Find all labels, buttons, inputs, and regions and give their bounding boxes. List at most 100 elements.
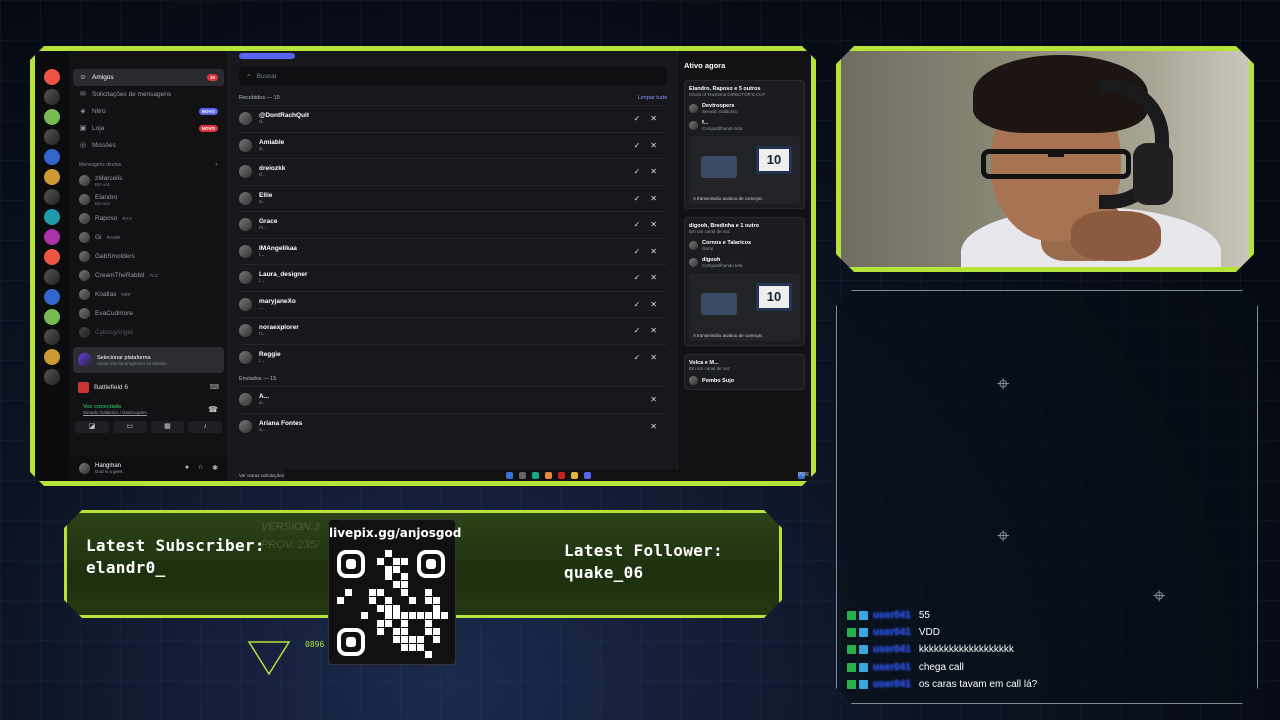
dm-item[interactable]: GabSmolders — [69, 247, 228, 266]
server-icon[interactable] — [44, 169, 60, 185]
server-icon[interactable] — [44, 329, 60, 345]
server-icon[interactable] — [44, 309, 60, 325]
server-icon[interactable] — [44, 129, 60, 145]
disconnect-icon[interactable]: ☎ — [208, 405, 218, 414]
headphones-icon[interactable]: ∩ — [198, 464, 203, 472]
add-friend-button[interactable] — [239, 53, 295, 59]
friend-request-row[interactable]: noraexplorer n... ✓ ✕ — [239, 317, 667, 344]
decline-icon[interactable]: ✕ — [650, 273, 657, 282]
nav-message-requests[interactable]: ✉ Solicitações de mensagens — [73, 86, 224, 103]
decline-icon[interactable]: ✕ — [650, 194, 657, 203]
gear-icon[interactable]: ✱ — [212, 464, 218, 472]
server-icon[interactable] — [44, 269, 60, 285]
server-icon[interactable] — [44, 89, 60, 105]
decline-icon[interactable]: ✕ — [650, 422, 657, 431]
app-icon[interactable] — [558, 472, 565, 479]
dm-item[interactable]: zMarcelis Em voz — [69, 171, 228, 190]
stream-preview[interactable]: 10 A transmissão acabou de começar. — [689, 273, 800, 341]
decline-icon[interactable]: ✕ — [650, 353, 657, 362]
activity-line[interactable]: Devtroopers Senado Galáctico — [689, 102, 800, 114]
server-icon[interactable] — [44, 149, 60, 165]
accept-icon[interactable]: ✓ — [634, 220, 641, 229]
dm-item[interactable]: Elandro Em voz — [69, 190, 228, 209]
server-icon[interactable] — [44, 69, 60, 85]
server-icon[interactable] — [44, 249, 60, 265]
decline-icon[interactable]: ✕ — [650, 326, 657, 335]
accept-icon[interactable]: ✓ — [634, 194, 641, 203]
start-icon[interactable] — [506, 472, 513, 479]
accept-icon[interactable]: ✓ — [634, 114, 641, 123]
accept-icon[interactable]: ✓ — [634, 326, 641, 335]
select-platform-banner[interactable]: Selecionar plataforma Ainda não há progre… — [73, 347, 224, 373]
dm-item[interactable]: Koallas NRP — [69, 285, 228, 304]
activity-line[interactable]: Pombo Sujo — [689, 376, 800, 385]
nav-store[interactable]: ▣ Loja NOVO — [73, 120, 224, 137]
friend-request-row[interactable]: @DontRachQuit d... ✓ ✕ — [239, 105, 667, 132]
server-icon[interactable] — [44, 369, 60, 385]
add-dm-icon[interactable]: + — [215, 162, 218, 168]
activity-line[interactable]: f... Compartilhando tela — [689, 119, 800, 131]
dm-item[interactable]: Raposo RYU — [69, 209, 228, 228]
activity-line[interactable]: Cornos e Talaricos Geral — [689, 239, 800, 251]
server-icon[interactable] — [44, 229, 60, 245]
friend-request-row[interactable]: Ariana Fontes a... ✕ — [239, 413, 667, 440]
voice-channel-link[interactable]: Senado Galáctico / Devtroopers — [83, 410, 214, 415]
decline-icon[interactable]: ✕ — [650, 247, 657, 256]
dm-item[interactable]: EvaCudmore — [69, 304, 228, 323]
friend-request-row[interactable]: maryjaneXo... ✓ ✕ — [239, 291, 667, 318]
accept-icon[interactable]: ✓ — [634, 273, 641, 282]
decline-icon[interactable]: ✕ — [650, 141, 657, 150]
decline-icon[interactable]: ✕ — [650, 114, 657, 123]
server-icon[interactable] — [44, 109, 60, 125]
friend-request-row[interactable]: Ellie a... ✓ ✕ — [239, 185, 667, 212]
nav-missions[interactable]: ◎ Missões — [73, 137, 224, 154]
clear-all-link[interactable]: Limpar tudo — [638, 95, 667, 101]
friend-request-row[interactable]: Reggie i... ✓ ✕ — [239, 344, 667, 371]
activity-card[interactable]: Volca e M... Em um canal de voz Pombo Sujo — [684, 354, 805, 390]
language-indicator[interactable]: POR — [798, 472, 805, 479]
accept-icon[interactable]: ✓ — [634, 300, 641, 309]
controller-icon[interactable]: ⌨ — [210, 383, 219, 391]
avatar[interactable] — [79, 463, 90, 474]
decline-icon[interactable]: ✕ — [650, 395, 657, 404]
activity-line[interactable]: digooh Compartilhando tela — [689, 256, 800, 268]
activity-card[interactable]: Elandro, Raposo e 5 outros Ghost of Tsush… — [684, 80, 805, 209]
friend-request-row[interactable]: Laura_designer l... ✓ ✕ — [239, 264, 667, 291]
folder-icon[interactable] — [571, 472, 578, 479]
screen-share-icon[interactable]: ▭ — [113, 421, 147, 433]
search-icon[interactable] — [519, 472, 526, 479]
soundboard-icon[interactable]: ♪ — [188, 421, 222, 433]
dm-item[interactable]: CyborgAngel — [69, 323, 228, 342]
activity-card[interactable]: digooh, Bredinha e 1 outro Em um canal de… — [684, 217, 805, 346]
friend-request-row[interactable]: A... a... ✕ — [239, 386, 667, 413]
game-activity[interactable]: Battlefield 6 ⌨ — [73, 379, 224, 395]
friend-request-row[interactable]: Amiable a... ✓ ✕ — [239, 132, 667, 159]
decline-icon[interactable]: ✕ — [650, 300, 657, 309]
activities-icon[interactable]: ▦ — [151, 421, 185, 433]
friend-request-row[interactable]: IMAngelikaa i... ✓ ✕ — [239, 238, 667, 265]
stream-preview[interactable]: 10 A transmissão acabou de começar. — [689, 136, 800, 204]
server-icon[interactable] — [44, 289, 60, 305]
app-icon[interactable] — [545, 472, 552, 479]
accept-icon[interactable]: ✓ — [634, 247, 641, 256]
server-icon[interactable] — [44, 349, 60, 365]
accept-icon[interactable]: ✓ — [634, 141, 641, 150]
decline-icon[interactable]: ✕ — [650, 167, 657, 176]
discord-icon[interactable] — [584, 472, 591, 479]
dm-item[interactable]: CreamTheRabbit TLC — [69, 266, 228, 285]
accept-icon[interactable]: ✓ — [634, 353, 641, 362]
nav-nitro[interactable]: ◈ Nitro NOVO — [73, 103, 224, 120]
dm-item[interactable]: Gi RAWR — [69, 228, 228, 247]
accept-icon[interactable]: ✓ — [634, 167, 641, 176]
camera-off-icon[interactable]: ◪ — [75, 421, 109, 433]
decline-icon[interactable]: ✕ — [650, 220, 657, 229]
server-icon[interactable] — [44, 189, 60, 205]
server-icon[interactable] — [44, 209, 60, 225]
microphone-icon[interactable]: ● — [185, 464, 189, 472]
nav-friends[interactable]: ☺ Amigos 10 — [73, 69, 224, 86]
app-icon[interactable] — [532, 472, 539, 479]
friend-request-row[interactable]: dreiozkk d... ✓ ✕ — [239, 158, 667, 185]
search-input[interactable]: ⌕ Buscar — [239, 67, 667, 85]
friend-request-row[interactable]: Grace m... ✓ ✕ — [239, 211, 667, 238]
more-requests-link[interactable]: Ver outras solicitações — [239, 473, 284, 478]
